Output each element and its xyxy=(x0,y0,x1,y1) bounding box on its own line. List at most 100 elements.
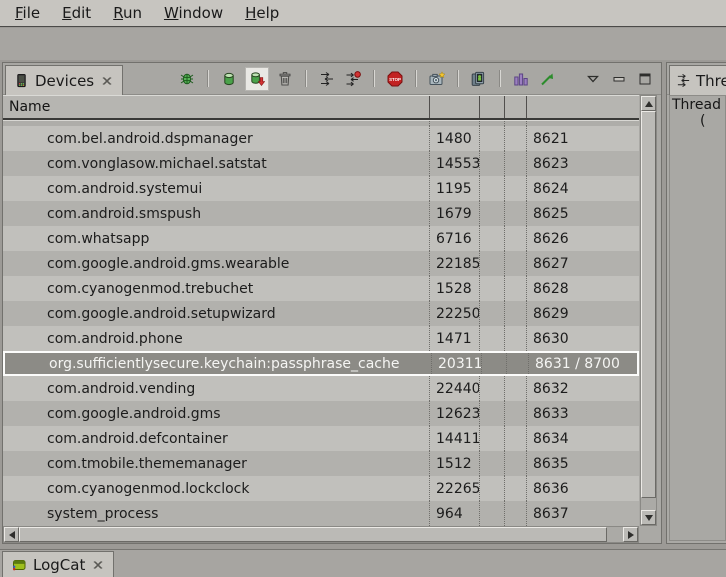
pid-cell: 1512 xyxy=(429,451,479,476)
menu-item-help[interactable]: Help xyxy=(234,1,290,25)
empty-cell xyxy=(504,501,526,526)
process-row[interactable]: com.google.android.setupwizard222508629 xyxy=(3,301,639,326)
down-arrow-icon xyxy=(645,515,653,521)
empty-cell xyxy=(479,426,504,451)
stop-process-icon[interactable]: STOP xyxy=(385,69,405,89)
menu-item-edit[interactable]: Edit xyxy=(51,1,102,25)
process-row[interactable]: com.android.smspush16798625 xyxy=(3,201,639,226)
toolbar-separator xyxy=(373,70,375,87)
empty-cell xyxy=(479,126,504,151)
column-header-name: Name xyxy=(3,99,50,115)
process-row[interactable]: com.google.android.gms126238633 xyxy=(3,401,639,426)
update-heap-icon[interactable] xyxy=(219,69,239,89)
toolbar-separator xyxy=(415,70,417,87)
empty-cell xyxy=(506,353,528,374)
vertical-scrollbar[interactable] xyxy=(640,95,657,526)
logcat-bar: LogCat xyxy=(0,549,726,577)
process-row[interactable]: com.google.android.gms.wearable221858627 xyxy=(3,251,639,276)
process-name-cell: com.cyanogenmod.trebuchet xyxy=(3,276,429,301)
maximize-icon[interactable] xyxy=(635,69,655,89)
empty-cell xyxy=(479,301,504,326)
device-phone-icon xyxy=(14,73,29,89)
empty-cell xyxy=(504,426,526,451)
debug-process-icon[interactable] xyxy=(177,69,197,89)
start-tracing-icon[interactable] xyxy=(537,69,557,89)
scroll-down-button[interactable] xyxy=(641,510,656,525)
horizontal-scrollbar[interactable] xyxy=(3,526,639,543)
process-row[interactable]: system_process964 8637 xyxy=(3,501,639,526)
empty-cell xyxy=(504,301,526,326)
left-arrow-icon xyxy=(9,531,15,539)
process-row[interactable]: com.vonglasow.michael.satstat145538623 xyxy=(3,151,639,176)
empty-cell xyxy=(479,201,504,226)
tab-logcat-close-icon[interactable] xyxy=(91,558,105,572)
tab-logcat[interactable]: LogCat xyxy=(2,551,114,577)
menu-item-window[interactable]: Window xyxy=(153,1,234,25)
empty-cell xyxy=(479,376,504,401)
empty-cell xyxy=(504,326,526,351)
column-separator[interactable] xyxy=(526,96,527,118)
process-row[interactable]: com.whatsapp67168626 xyxy=(3,226,639,251)
empty-cell xyxy=(479,451,504,476)
scroll-right-button[interactable] xyxy=(623,527,638,542)
port-cell: 8623 xyxy=(526,151,639,176)
threads-tabbar: Threa xyxy=(667,63,726,95)
threads-panel: Threa Thread up ( xyxy=(666,62,726,544)
tab-devices-close-icon[interactable] xyxy=(100,74,114,88)
empty-cell xyxy=(504,201,526,226)
port-cell: 8621 xyxy=(526,126,639,151)
view-menu-icon[interactable] xyxy=(583,69,603,89)
empty-cell xyxy=(479,176,504,201)
screen-capture-icon[interactable] xyxy=(427,69,447,89)
pid-cell: 1471 xyxy=(429,326,479,351)
heap-updates-icon[interactable] xyxy=(511,69,531,89)
process-name-cell: com.android.vending xyxy=(3,376,429,401)
tab-devices[interactable]: Devices xyxy=(5,65,123,95)
empty-cell xyxy=(479,226,504,251)
process-name-cell: system_process xyxy=(3,501,429,526)
menu-item-file[interactable]: File xyxy=(4,1,51,25)
port-cell: 8627 xyxy=(526,251,639,276)
pid-cell: 964 xyxy=(429,501,479,526)
process-row[interactable]: com.android.systemui11958624 xyxy=(3,176,639,201)
process-row[interactable]: com.cyanogenmod.trebuchet15288628 xyxy=(3,276,639,301)
table-header[interactable]: Name xyxy=(3,95,639,120)
process-row[interactable]: com.android.phone14718630 xyxy=(3,326,639,351)
port-cell: 8637 xyxy=(526,501,639,526)
start-method-profiling-icon[interactable] xyxy=(343,69,363,89)
process-row[interactable]: com.android.defcontainer144118634 xyxy=(3,426,639,451)
threads-icon xyxy=(676,73,691,89)
scroll-up-button[interactable] xyxy=(641,96,656,111)
process-row-selected[interactable]: org.sufficientlysecure.keychain:passphra… xyxy=(3,351,639,376)
vertical-scroll-thumb[interactable] xyxy=(641,111,656,498)
process-row[interactable]: com.cyanogenmod.lockclock222658636 xyxy=(3,476,639,501)
port-cell: 8626 xyxy=(526,226,639,251)
dump-hprof-icon[interactable] xyxy=(245,67,269,91)
toolbar-separator xyxy=(305,70,307,87)
column-separator[interactable] xyxy=(504,96,505,118)
pid-cell: 20311 xyxy=(431,353,481,374)
column-separator[interactable] xyxy=(479,96,480,118)
update-threads-icon[interactable] xyxy=(317,69,337,89)
pid-cell: 22250 xyxy=(429,301,479,326)
tab-threads[interactable]: Threa xyxy=(669,65,726,95)
toolbar-separator xyxy=(457,70,459,87)
menu-item-run[interactable]: Run xyxy=(102,1,153,25)
toolbar-separator xyxy=(499,70,501,87)
empty-cell xyxy=(504,151,526,176)
empty-cell xyxy=(504,376,526,401)
process-row[interactable]: com.bel.android.dspmanager14808621 xyxy=(3,126,639,151)
process-row[interactable]: com.tmobile.thememanager15128635 xyxy=(3,451,639,476)
capture-ui-hierarchy-icon[interactable] xyxy=(469,69,489,89)
column-separator[interactable] xyxy=(429,96,430,118)
process-row[interactable]: com.android.vending224408632 xyxy=(3,376,639,401)
process-name-cell: com.google.android.setupwizard xyxy=(3,301,429,326)
horizontal-scroll-thumb[interactable] xyxy=(19,527,607,542)
pid-cell: 1195 xyxy=(429,176,479,201)
toolbar-separator xyxy=(207,70,209,87)
cause-gc-icon[interactable] xyxy=(275,69,295,89)
minimize-icon[interactable] xyxy=(609,69,629,89)
scroll-left-button[interactable] xyxy=(4,527,19,542)
process-name-cell: com.vonglasow.michael.satstat xyxy=(3,151,429,176)
svg-text:STOP: STOP xyxy=(389,76,401,81)
